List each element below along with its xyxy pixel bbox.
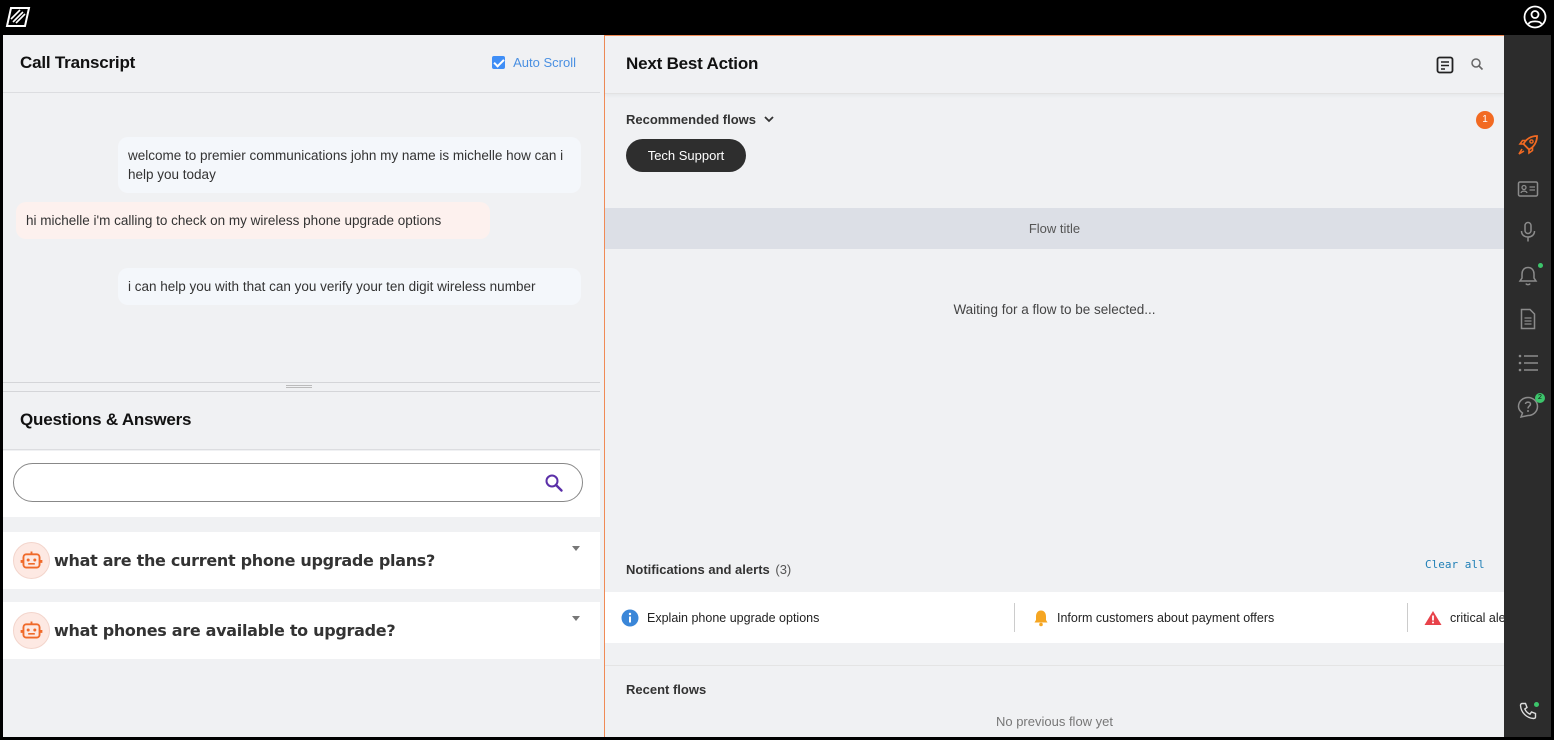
notifications-count: (3): [775, 562, 792, 577]
bot-avatar-icon: [13, 542, 50, 579]
notification-divider: [1014, 603, 1015, 632]
bot-avatar-icon: [13, 612, 50, 649]
info-icon: [621, 609, 639, 626]
flow-waiting-text: Waiting for a flow to be selected...: [953, 302, 1156, 317]
contact-card-icon[interactable]: [1517, 178, 1539, 200]
auto-scroll-toggle[interactable]: Auto Scroll: [492, 55, 576, 70]
qa-item[interactable]: what phones are available to upgrade?: [3, 602, 600, 659]
search-icon[interactable]: [1470, 57, 1484, 71]
notification-text: Explain phone upgrade options: [647, 610, 820, 625]
questions-count-badge: 2: [1535, 393, 1545, 403]
notification-item[interactable]: Explain phone upgrade options: [621, 592, 819, 643]
document-icon[interactable]: [1517, 308, 1539, 330]
auto-scroll-checkbox[interactable]: [492, 56, 506, 69]
qa-search-area: [3, 451, 600, 517]
transcript-title: Call Transcript: [20, 53, 136, 72]
list-icon[interactable]: [1517, 352, 1539, 374]
nba-header: Next Best Action: [605, 36, 1504, 94]
microphone-icon[interactable]: [1517, 221, 1539, 243]
search-icon[interactable]: [544, 473, 564, 493]
notifications-title: Notifications and alerts: [626, 562, 770, 577]
notification-dot: [1538, 263, 1543, 268]
customer-message: hi michelle i'm calling to check on my w…: [16, 202, 490, 239]
notification-item[interactable]: Inform customers about payment offers: [1033, 592, 1274, 643]
chevron-down-icon[interactable]: [763, 114, 775, 124]
notes-icon[interactable]: [1436, 56, 1454, 74]
recommended-flow-button[interactable]: Tech Support: [626, 139, 746, 172]
bell-icon: [1034, 610, 1048, 626]
transcript-header: Call Transcript Auto Scroll: [3, 35, 600, 93]
right-icon-rail: 2: [1504, 35, 1551, 737]
notification-divider: [1407, 603, 1408, 632]
notifications-strip: Explain phone upgrade options Inform cus…: [605, 592, 1504, 643]
qa-header: Questions & Answers: [3, 392, 600, 450]
call-status-dot: [1534, 702, 1539, 707]
panel-splitter[interactable]: [3, 382, 600, 392]
qa-search-input[interactable]: [13, 463, 583, 502]
top-bar: [0, 0, 1554, 35]
qa-question[interactable]: what phones are available to upgrade?: [54, 621, 396, 640]
notification-text: critical ale: [1450, 610, 1504, 625]
app-logo-icon: [5, 7, 31, 27]
clear-all-link[interactable]: Clear all: [1425, 558, 1485, 571]
transcript-messages: welcome to premier communications john m…: [3, 93, 600, 382]
warning-triangle-icon: [1424, 610, 1442, 625]
user-profile-icon[interactable]: [1523, 5, 1547, 29]
qa-title: Questions & Answers: [20, 410, 192, 429]
notification-item[interactable]: critical ale: [1424, 592, 1504, 643]
chevron-down-icon[interactable]: [572, 546, 580, 551]
splitter-grip[interactable]: [286, 385, 312, 388]
auto-scroll-label[interactable]: Auto Scroll: [513, 55, 576, 70]
recent-flows-empty: No previous flow yet: [995, 714, 1114, 729]
recent-flows-label: Recent flows: [626, 682, 707, 697]
bell-icon[interactable]: [1517, 265, 1539, 287]
agent-message: i can help you with that can you verify …: [118, 268, 581, 305]
next-best-action-panel: Next Best Action Recommended flows 1 Tec…: [604, 35, 1504, 737]
notification-text: Inform customers about payment offers: [1057, 610, 1275, 625]
notifications-label: Notifications and alerts (3): [626, 562, 791, 577]
recommended-count-badge: 1: [1476, 111, 1494, 129]
flow-title-bar: Flow title: [605, 208, 1504, 249]
recommended-flows-label[interactable]: Recommended flows: [626, 112, 756, 127]
left-panel: Call Transcript Auto Scroll welcome to p…: [3, 35, 600, 737]
qa-question[interactable]: what are the current phone upgrade plans…: [54, 551, 435, 570]
agent-message: welcome to premier communications john m…: [118, 137, 581, 193]
nba-title: Next Best Action: [626, 54, 759, 73]
qa-item[interactable]: what are the current phone upgrade plans…: [3, 532, 600, 589]
recent-divider: [605, 665, 1504, 666]
chevron-down-icon[interactable]: [572, 616, 580, 621]
rocket-icon[interactable]: [1517, 134, 1539, 156]
